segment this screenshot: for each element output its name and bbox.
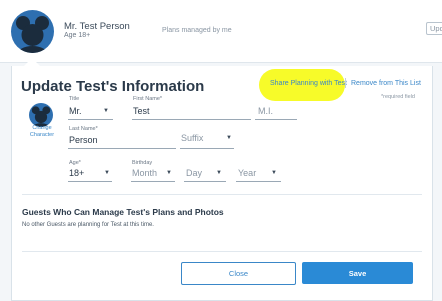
chevron-down-icon: ▼	[226, 135, 232, 141]
age-underline	[68, 181, 112, 182]
day-underline	[184, 181, 226, 182]
actions-divider	[22, 251, 422, 252]
chevron-down-icon: ▼	[103, 108, 109, 114]
guests-empty-text: No other Guests are planning for Test at…	[22, 222, 154, 228]
first-name-field[interactable]: Test	[133, 106, 150, 116]
middle-initial-underline	[255, 119, 297, 120]
panel-pointer	[24, 58, 40, 66]
section-divider	[22, 194, 422, 195]
birthday-day-select[interactable]: Day	[186, 168, 202, 178]
plans-managed-text: Plans managed by me	[162, 27, 232, 34]
guests-section-title: Guests Who Can Manage Test's Plans and P…	[22, 207, 224, 217]
suffix-underline	[180, 148, 234, 149]
age-select[interactable]: 18+	[69, 168, 84, 178]
page-title: Update Test's Information	[21, 78, 205, 95]
chevron-down-icon: ▼	[271, 170, 277, 176]
first-name-underline	[132, 119, 251, 120]
update-button[interactable]: Update	[426, 22, 442, 35]
close-button[interactable]: Close	[181, 262, 296, 285]
birthday-year-select[interactable]: Year	[238, 168, 256, 178]
avatar[interactable]	[11, 10, 54, 53]
title-label: Title	[69, 96, 80, 102]
year-underline	[236, 181, 281, 182]
character-avatar[interactable]	[29, 103, 53, 127]
save-button[interactable]: Save	[302, 262, 413, 284]
last-name-label: Last Name*	[69, 126, 98, 132]
guest-age: Age 18+	[64, 32, 91, 39]
mickey-silhouette-icon	[16, 16, 49, 53]
chevron-down-icon: ▼	[104, 170, 110, 176]
chevron-down-icon: ▼	[216, 170, 222, 176]
month-underline	[131, 181, 175, 182]
last-name-field[interactable]: Person	[69, 135, 98, 145]
middle-initial-field[interactable]: M.I.	[258, 106, 273, 116]
mickey-silhouette-icon	[31, 106, 51, 127]
share-planning-link[interactable]: Share Planning with Test	[270, 80, 347, 87]
birthday-month-select[interactable]: Month	[132, 168, 157, 178]
suffix-select[interactable]: Suffix	[181, 133, 203, 143]
title-underline	[68, 119, 113, 120]
change-character-link[interactable]: Change Character	[23, 125, 61, 139]
header-bar: Mr. Test Person Age 18+ Plans managed by…	[0, 0, 442, 63]
required-field-note: *required field	[381, 94, 415, 100]
age-label: Age*	[69, 160, 81, 166]
link-divider	[345, 78, 346, 88]
first-name-label: First Name*	[133, 96, 163, 102]
last-name-underline	[68, 148, 176, 149]
remove-from-list-link[interactable]: Remove from This List	[351, 80, 421, 87]
birthday-label: Birthday	[132, 160, 153, 166]
chevron-down-icon: ▼	[166, 170, 172, 176]
guest-name: Mr. Test Person	[64, 21, 130, 32]
title-select[interactable]: Mr.	[69, 106, 82, 116]
